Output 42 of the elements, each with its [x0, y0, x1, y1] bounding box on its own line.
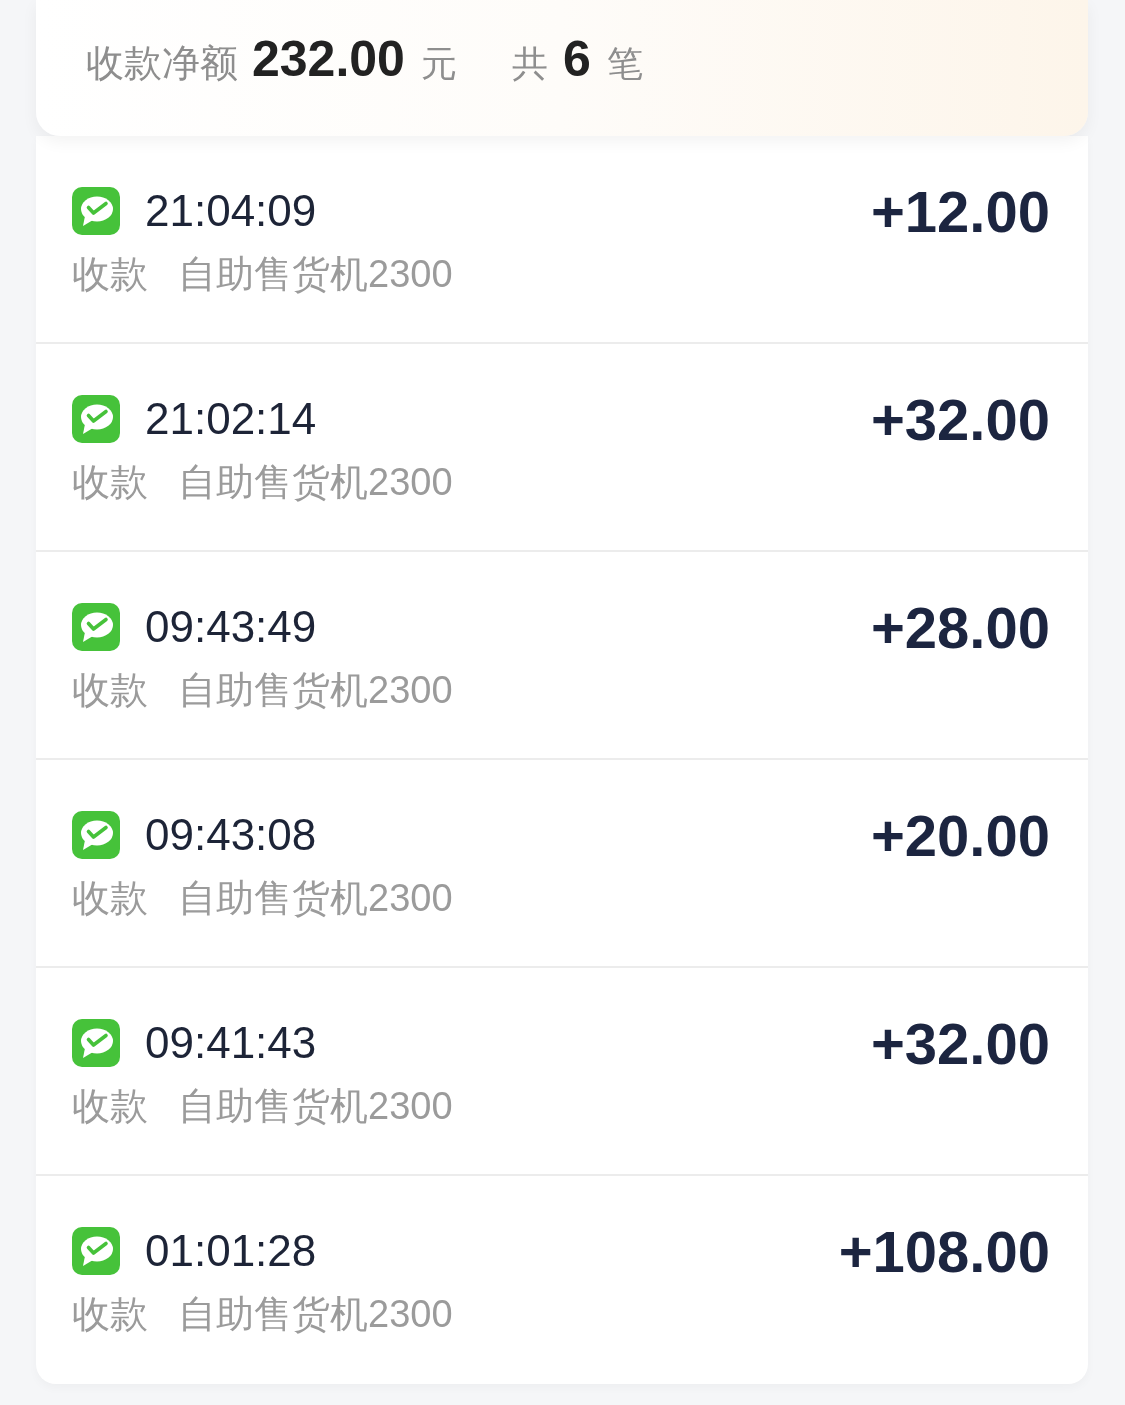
chat-bubble-check-icon: [72, 1227, 120, 1275]
transaction-row[interactable]: 01:01:28 收款 自助售货机2300 +108.00: [36, 1176, 1088, 1384]
merchant-name: 自助售货机2300: [178, 463, 453, 501]
count-suffix: 笔: [606, 46, 643, 82]
currency-label: 元: [420, 46, 457, 82]
transaction-row[interactable]: 09:43:08 收款 自助售货机2300 +20.00: [36, 760, 1088, 968]
transaction-row[interactable]: 09:43:49 收款 自助售货机2300 +28.00: [36, 552, 1088, 760]
transaction-row[interactable]: 09:41:43 收款 自助售货机2300 +32.00: [36, 968, 1088, 1176]
transaction-amount: +32.00: [871, 1015, 1050, 1073]
transaction-type: 收款: [72, 671, 148, 709]
transaction-time: 09:41:43: [145, 1021, 317, 1065]
transaction-amount: +32.00: [871, 391, 1050, 449]
transaction-count: 6: [562, 34, 591, 84]
transaction-time: 01:01:28: [145, 1229, 317, 1273]
transaction-type: 收款: [72, 255, 148, 293]
transaction-row[interactable]: 21:04:09 收款 自助售货机2300 +12.00: [36, 136, 1088, 344]
transaction-amount: +12.00: [871, 183, 1050, 241]
chat-bubble-check-icon: [72, 1019, 120, 1067]
merchant-name: 自助售货机2300: [178, 879, 453, 917]
transaction-amount: +28.00: [871, 599, 1050, 657]
net-amount-label: 收款净额: [86, 44, 238, 82]
transaction-time: 21:02:14: [145, 397, 317, 441]
transaction-row[interactable]: 21:02:14 收款 自助售货机2300 +32.00: [36, 344, 1088, 552]
transaction-time: 21:04:09: [145, 189, 317, 233]
transaction-type: 收款: [72, 1295, 148, 1333]
chat-bubble-check-icon: [72, 187, 120, 235]
transaction-type: 收款: [72, 879, 148, 917]
chat-bubble-check-icon: [72, 811, 120, 859]
chat-bubble-check-icon: [72, 603, 120, 651]
merchant-name: 自助售货机2300: [178, 255, 453, 293]
transaction-amount: +20.00: [871, 807, 1050, 865]
net-amount: 232.00: [252, 34, 405, 84]
merchant-name: 自助售货机2300: [178, 1295, 453, 1333]
transaction-type: 收款: [72, 1087, 148, 1125]
count-prefix: 共: [511, 46, 548, 82]
merchant-name: 自助售货机2300: [178, 671, 453, 709]
transaction-type: 收款: [72, 463, 148, 501]
merchant-name: 自助售货机2300: [178, 1087, 453, 1125]
transaction-time: 09:43:08: [145, 813, 317, 857]
transaction-time: 09:43:49: [145, 605, 317, 649]
chat-bubble-check-icon: [72, 395, 120, 443]
transaction-amount: +108.00: [838, 1223, 1050, 1281]
